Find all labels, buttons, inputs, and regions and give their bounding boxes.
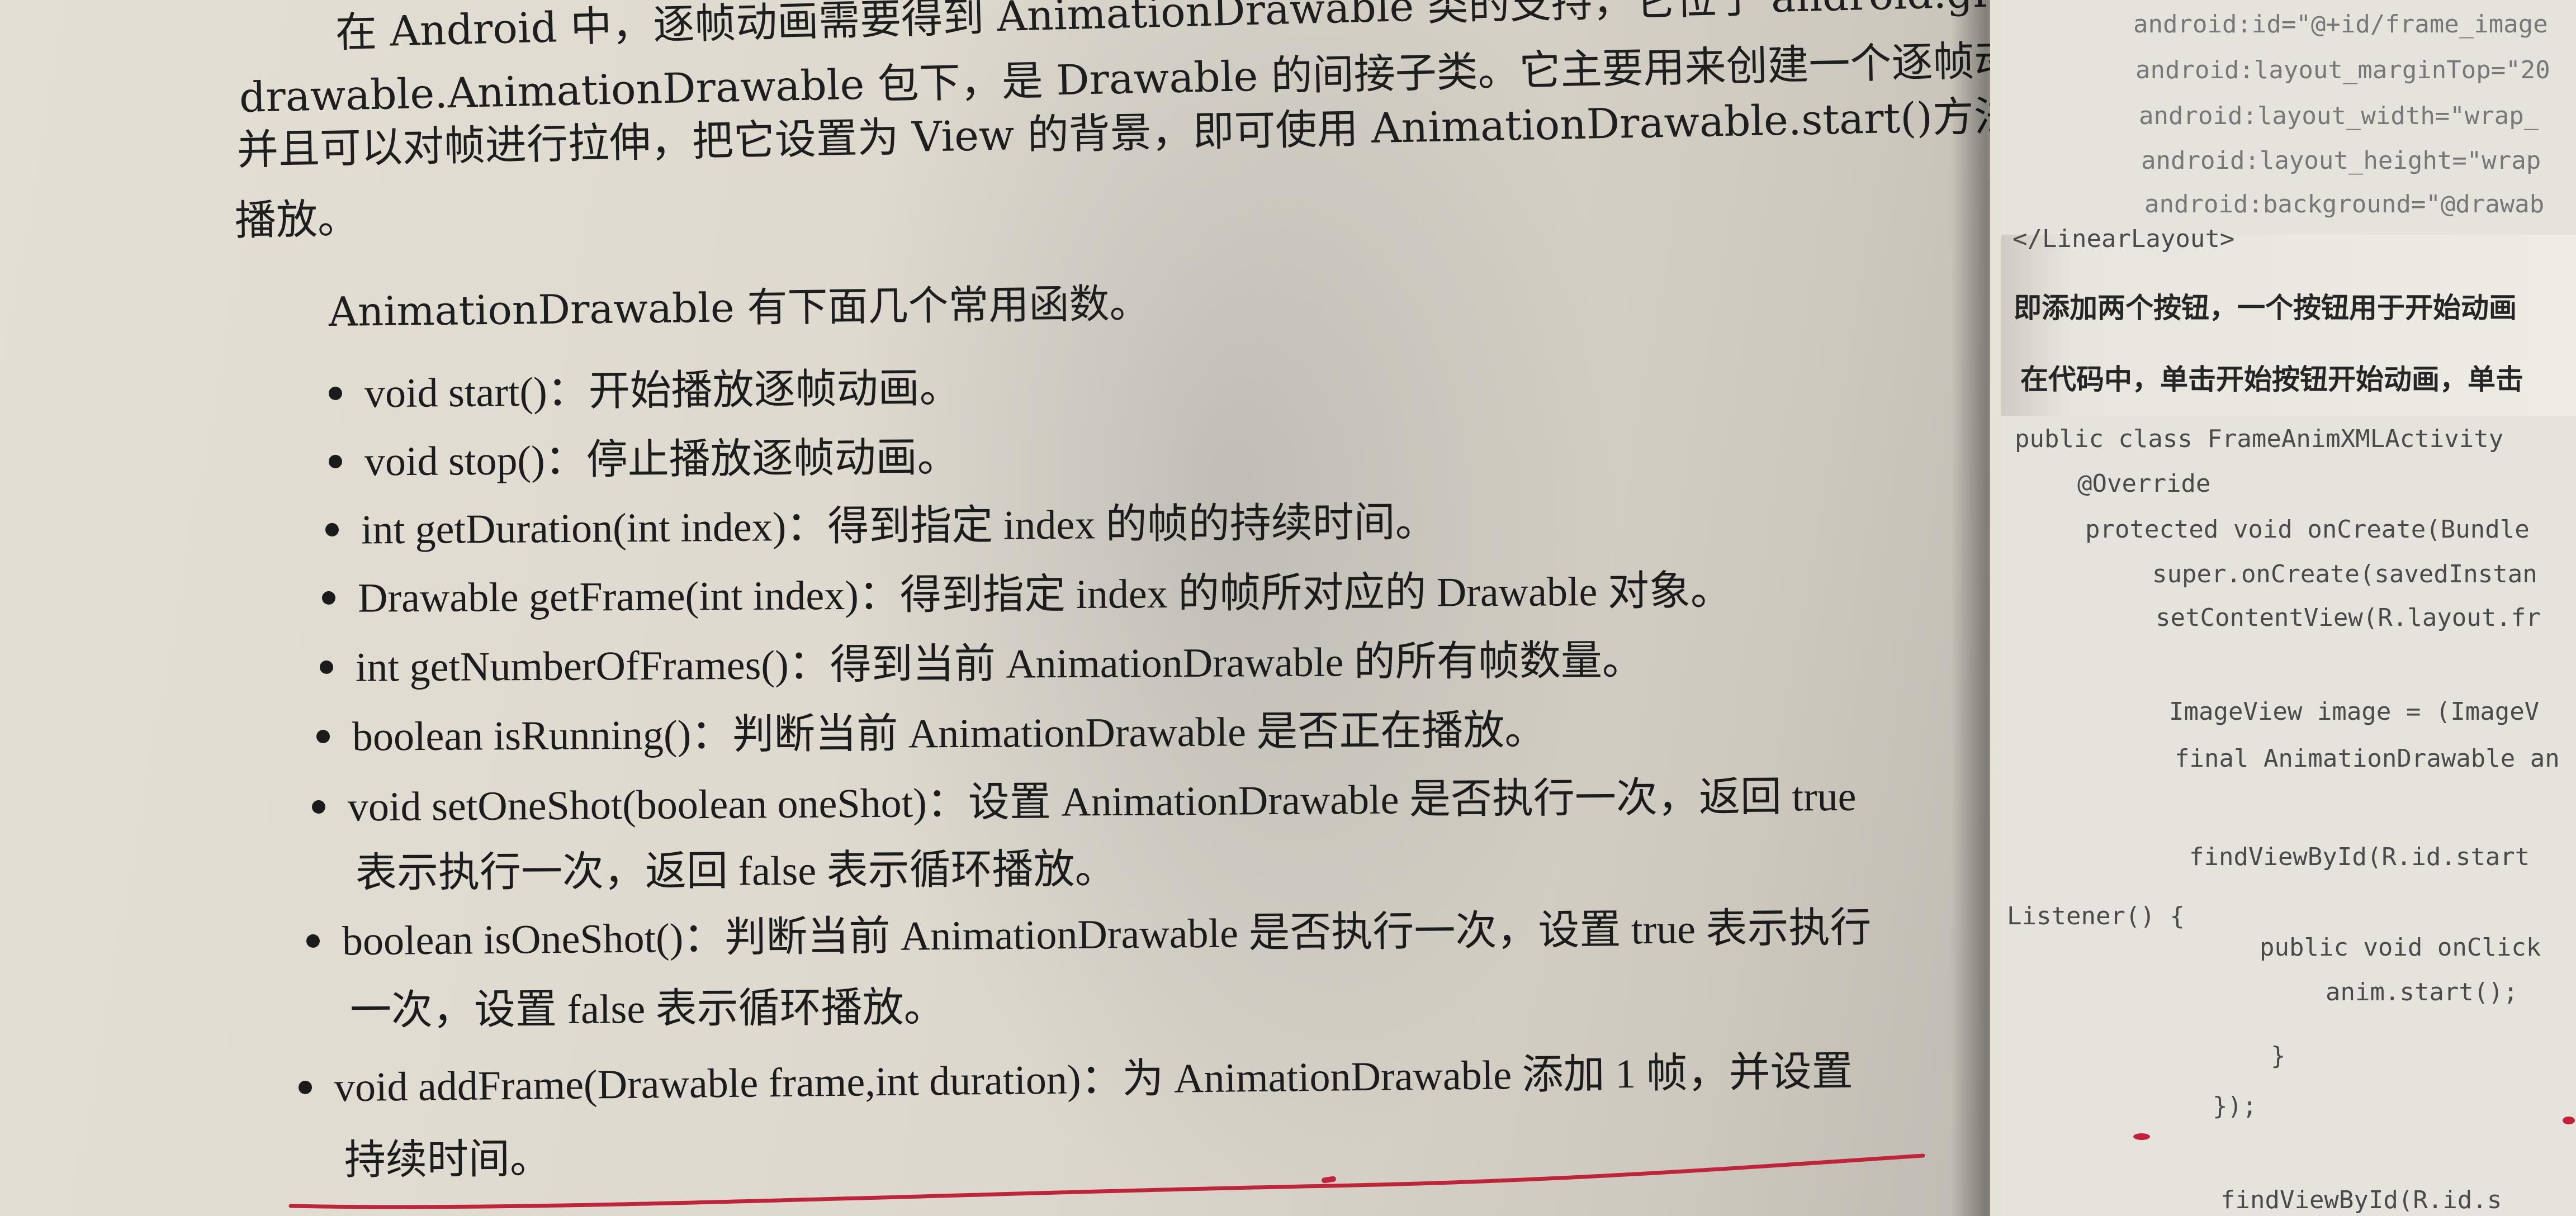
left-page: 在 Android 中，逐帧动画需要得到 AnimationDrawable 类… (0, 0, 1990, 1216)
code-line: anim.start(); (2326, 978, 2518, 1006)
bullet-icon (328, 454, 343, 469)
bullet-icon (328, 386, 343, 401)
book-gutter (1951, 0, 1990, 1216)
code-line: android:id="@+id/frame_image (2133, 10, 2548, 39)
bullet-icon (306, 934, 320, 948)
method-text: int getNumberOfFrames()：得到当前 AnimationDr… (355, 638, 1644, 691)
method-text: boolean isRunning()：判断当前 AnimationDrawab… (352, 707, 1546, 760)
code-line: android:layout_width="wrap_ (2139, 102, 2539, 130)
code-line: setContentView(R.layout.fr (2156, 604, 2541, 632)
method-text: int getDuration(int index)：得到指定 index 的帧… (361, 500, 1437, 553)
method-text: void stop()：停止播放逐帧动画。 (364, 435, 959, 485)
bullet-icon (325, 522, 339, 537)
code-line: public void onClick (2260, 933, 2541, 962)
closing-tag: </LinearLayout> (2012, 225, 2235, 253)
method-item: boolean isRunning()：判断当前 AnimationDrawab… (316, 707, 1546, 760)
paragraph-line: 播放。 (234, 194, 359, 245)
methods-intro: AnimationDrawable 有下面几个常用函数。 (328, 279, 1150, 335)
right-text-line: 即添加两个按钮，一个按钮用于开始动画 (2014, 292, 2517, 324)
method-item: int getNumberOfFrames()：得到当前 AnimationDr… (319, 638, 1644, 691)
code-line: findViewById(R.id.start (2189, 843, 2530, 871)
bullet-icon (316, 729, 330, 744)
method-text: void addFrame(Drawable frame,int duratio… (334, 1048, 1854, 1111)
red-pen-mark (2563, 1117, 2575, 1124)
code-line: android:layout_marginTop="20 (2135, 56, 2550, 84)
method-continuation: 一次，设置 false 表示循环播放。 (349, 985, 945, 1034)
code-line: final AnimationDrawable an (2175, 744, 2560, 773)
code-line: } (2271, 1042, 2286, 1070)
code-line: protected void onCreate(Bundle (2085, 515, 2530, 544)
bullet-icon (298, 1080, 312, 1095)
right-text-line: 在代码中，单击开始按钮开始动画，单击 (2020, 363, 2523, 396)
code-line: Listener() { (2007, 902, 2185, 930)
red-pen-underline (288, 1153, 1925, 1209)
method-text: boolean isOneShot()：判断当前 AnimationDrawab… (342, 905, 1872, 965)
method-item: void start()：开始播放逐帧动画。 (328, 365, 962, 417)
method-item: void stop()：停止播放逐帧动画。 (328, 435, 959, 485)
method-item: void setOneShot(boolean oneShot)：设置 Anim… (311, 773, 1857, 830)
method-text: void start()：开始播放逐帧动画。 (364, 365, 962, 417)
method-continuation: 表示执行一次，返回 false 表示循环播放。 (355, 846, 1116, 896)
method-item: void addFrame(Drawable frame,int duratio… (298, 1048, 1854, 1111)
right-page: android:id="@+id/frame_image android:lay… (2001, 0, 2576, 1216)
code-line: }); (2213, 1092, 2257, 1120)
method-item: Drawable getFrame(int index)：得到指定 index … (321, 568, 1732, 621)
method-item: int getDuration(int index)：得到指定 index 的帧… (325, 500, 1437, 553)
photo-of-open-book: 在 Android 中，逐帧动画需要得到 AnimationDrawable 类… (0, 0, 2576, 1216)
code-line: @Override (2077, 469, 2211, 498)
code-line: ImageView image = (ImageV (2169, 697, 2540, 726)
code-line: android:background="@drawab (2144, 190, 2545, 218)
method-text: void setOneShot(boolean oneShot)：设置 Anim… (347, 773, 1857, 830)
method-text: Drawable getFrame(int index)：得到指定 index … (357, 568, 1732, 621)
code-line: super.onCreate(savedInstan (2152, 560, 2537, 588)
code-line: android:layout_height="wrap (2141, 146, 2541, 175)
bullet-icon (321, 591, 336, 605)
bullet-icon (319, 660, 334, 674)
code-line: findViewById(R.id.s (2220, 1186, 2502, 1214)
method-item: boolean isOneShot()：判断当前 AnimationDrawab… (306, 905, 1872, 965)
bullet-icon (311, 800, 326, 814)
code-line: public class FrameAnimXMLActivity (2015, 425, 2504, 453)
red-pen-mark (2133, 1133, 2150, 1140)
